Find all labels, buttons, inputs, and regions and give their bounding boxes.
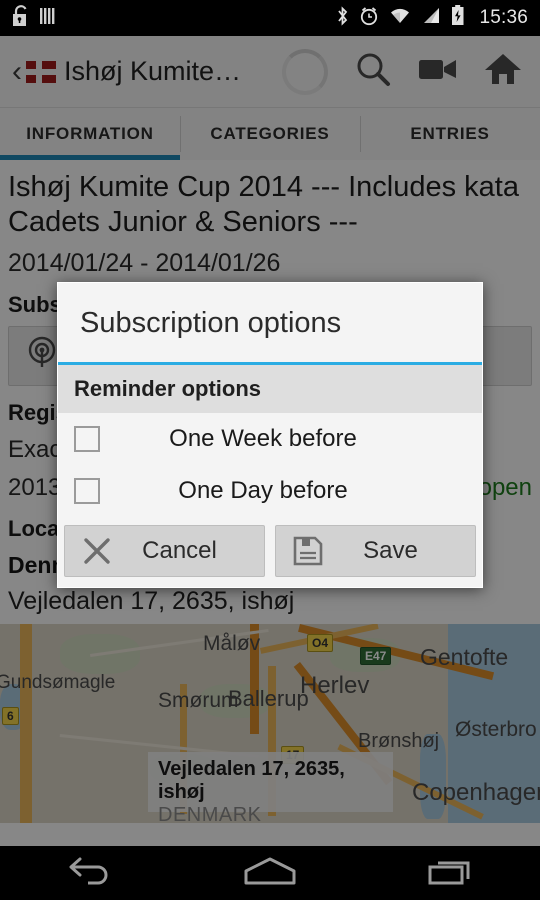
status-bar-right-icons: 15:36 — [336, 5, 528, 31]
one-week-before-checkbox[interactable] — [74, 426, 100, 452]
alarm-icon — [359, 6, 379, 31]
system-navigation-bar — [0, 846, 540, 900]
reminder-option-row[interactable]: One Week before — [58, 413, 482, 465]
nav-home-button[interactable] — [225, 846, 315, 900]
signal-icon — [421, 7, 441, 30]
device-screen: 15:36 ‹ Ishøj Kumite… INFORMATION CATEGO… — [0, 0, 540, 900]
recents-icon — [426, 855, 474, 892]
save-button[interactable]: Save — [275, 525, 476, 577]
subscription-options-dialog: Subscription options Reminder options On… — [57, 282, 483, 588]
wifi-icon — [389, 7, 411, 30]
nav-back-button[interactable] — [45, 846, 135, 900]
cancel-button[interactable]: Cancel — [64, 525, 265, 577]
bluetooth-icon — [336, 5, 349, 31]
nav-recents-button[interactable] — [405, 846, 495, 900]
status-bar-left-icons — [12, 4, 56, 32]
floppy-disk-save-icon — [286, 536, 330, 566]
one-week-before-label: One Week before — [169, 425, 357, 452]
one-day-before-label: One Day before — [178, 477, 348, 504]
home-icon — [242, 855, 298, 892]
reminder-option-row[interactable]: One Day before — [58, 465, 482, 517]
dialog-button-bar: Cancel Save — [58, 517, 482, 587]
barcode-icon — [40, 6, 56, 31]
reminder-options-header: Reminder options — [58, 365, 482, 413]
back-icon — [66, 855, 114, 892]
dialog-title: Subscription options — [80, 307, 342, 339]
cancel-button-label: Cancel — [142, 537, 217, 564]
one-day-before-checkbox[interactable] — [74, 478, 100, 504]
battery-charging-icon — [451, 5, 465, 31]
save-button-label: Save — [363, 537, 418, 564]
close-x-icon — [75, 536, 119, 566]
unlock-icon — [12, 4, 30, 32]
status-bar-clock: 15:36 — [479, 7, 528, 28]
status-bar: 15:36 — [0, 0, 540, 36]
